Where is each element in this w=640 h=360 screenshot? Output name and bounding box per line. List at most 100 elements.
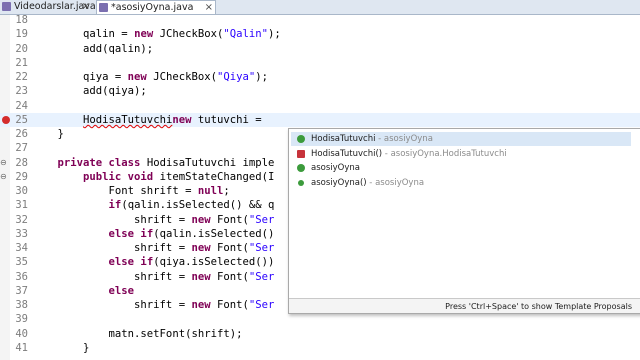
code-fragment: Font( bbox=[210, 242, 249, 254]
line-number: 34 bbox=[15, 242, 28, 254]
string-literal: "Ser bbox=[248, 213, 275, 226]
keyword: if bbox=[108, 199, 122, 212]
code-fragment bbox=[32, 114, 83, 126]
keyword: new bbox=[191, 213, 211, 226]
tab-label: *asosiyOyna.java bbox=[111, 2, 194, 13]
code-fragment bbox=[32, 256, 109, 268]
code-line[interactable]: 40 matn.setFont(shrift); bbox=[0, 327, 640, 341]
close-icon[interactable]: × bbox=[82, 0, 90, 14]
line-number: 37 bbox=[15, 284, 28, 297]
code-fragment: tutuvchi = bbox=[191, 113, 269, 126]
proposal-item[interactable]: HodisaTutuvchi - asosiyOyna bbox=[291, 132, 631, 146]
constructor-icon bbox=[298, 179, 304, 186]
code-fragment: HodisaTutuvchi imple bbox=[140, 156, 275, 169]
proposal-item[interactable]: asosiyOyna bbox=[291, 161, 631, 175]
code-line[interactable]: 21 bbox=[0, 56, 640, 70]
keyword: null bbox=[197, 185, 224, 197]
code-line[interactable]: 19 qalin = new JCheckBox("Qalin"); bbox=[0, 27, 640, 41]
code-fragment: ); bbox=[268, 28, 281, 41]
code-fragment: itemStateChanged(I bbox=[153, 170, 275, 183]
string-literal: "Ser bbox=[248, 242, 275, 254]
line-number: 22 bbox=[15, 71, 28, 83]
line-number: 20 bbox=[15, 42, 28, 55]
code-fragment: Font( bbox=[210, 213, 249, 226]
code-line[interactable]: 23 add(qiya); bbox=[0, 84, 640, 98]
code-fragment: (qiya.isSelected()) bbox=[153, 256, 275, 269]
proposal-qualifier: - asosiyOyna.HodisaTutuvchi bbox=[382, 148, 507, 159]
code-line[interactable]: 41 } bbox=[0, 341, 640, 355]
proposal-item[interactable]: asosiyOyna() - asosiyOyna bbox=[291, 176, 631, 190]
code-text: HodisaTutuvchinew tutuvchi = bbox=[32, 113, 274, 127]
code-line[interactable]: 39 bbox=[0, 312, 640, 326]
keyword: new bbox=[191, 299, 211, 311]
string-literal: "Qiya" bbox=[216, 71, 256, 83]
code-fragment bbox=[32, 171, 83, 183]
code-fragment: (qalin.isSelected() && q bbox=[121, 199, 275, 212]
line-number: 32 bbox=[15, 213, 28, 226]
string-literal: "Ser bbox=[248, 299, 275, 311]
class-icon bbox=[297, 135, 305, 143]
keyword: else if bbox=[108, 227, 154, 240]
code-text: } bbox=[32, 128, 64, 140]
line-number: 31 bbox=[15, 199, 28, 212]
code-fragment: qalin = bbox=[32, 28, 135, 41]
code-text: public void itemStateChanged(I bbox=[32, 170, 274, 184]
error-token: HodisaTutuvchi bbox=[83, 113, 173, 126]
code-line[interactable]: 22 qiya = new JCheckBox("Qiya"); bbox=[0, 70, 640, 84]
code-fragment: JCheckBox( bbox=[153, 28, 224, 41]
code-fragment: JCheckBox( bbox=[146, 71, 217, 83]
proposal-qualifier: - asosiyOyna bbox=[375, 134, 433, 144]
proposal-name: HodisaTutuvchi() bbox=[311, 148, 383, 159]
java-file-icon bbox=[2, 2, 11, 11]
code-line[interactable]: 20 add(qalin); bbox=[0, 42, 640, 56]
fold-toggle-icon[interactable]: ⊖ bbox=[0, 156, 10, 167]
code-text: else bbox=[32, 284, 135, 298]
template-proposals-hint: Press 'Ctrl+Space' to show Template Prop… bbox=[289, 298, 640, 313]
code-text: shrift = new Font("Ser bbox=[32, 241, 274, 255]
code-fragment: shrift = bbox=[32, 270, 192, 283]
code-fragment bbox=[32, 199, 109, 211]
code-fragment bbox=[32, 228, 109, 240]
code-fragment: shrift = bbox=[32, 299, 192, 311]
keyword: public void bbox=[83, 170, 154, 183]
code-line[interactable]: 25 HodisaTutuvchinew tutuvchi = bbox=[0, 112, 640, 127]
line-number: 19 bbox=[15, 28, 28, 41]
fold-toggle-icon[interactable]: ⊖ bbox=[0, 170, 10, 181]
keyword: new bbox=[191, 270, 211, 283]
keyword: new bbox=[172, 113, 192, 126]
code-fragment: Font( bbox=[210, 270, 249, 283]
code-text: else if(qiya.isSelected()) bbox=[32, 255, 275, 269]
code-text: add(qiya); bbox=[32, 85, 147, 98]
code-line[interactable]: 18 bbox=[0, 13, 640, 27]
line-number: 36 bbox=[15, 270, 28, 283]
keyword: else bbox=[108, 284, 135, 297]
error-marker-icon[interactable] bbox=[2, 115, 10, 124]
line-number: 27 bbox=[15, 142, 28, 155]
string-literal: "Qalin" bbox=[223, 28, 269, 41]
code-fragment: qiya = bbox=[32, 71, 128, 83]
code-line[interactable]: 24 bbox=[0, 99, 640, 113]
code-text: qalin = new JCheckBox("Qalin"); bbox=[32, 27, 281, 41]
line-number: 38 bbox=[15, 299, 28, 311]
line-number: 41 bbox=[15, 341, 28, 354]
proposal-item[interactable]: HodisaTutuvchi() - asosiyOyna.HodisaTutu… bbox=[291, 147, 631, 161]
tab-asosiyoyna[interactable]: *asosiyOyna.java × bbox=[96, 0, 216, 14]
keyword: new bbox=[134, 28, 154, 41]
line-number: 18 bbox=[15, 14, 28, 26]
code-text: shrift = new Font("Ser bbox=[32, 270, 274, 284]
keyword: new bbox=[127, 71, 147, 83]
keyword: private class bbox=[57, 156, 141, 169]
code-text: add(qalin); bbox=[32, 42, 154, 55]
constructor-icon bbox=[297, 149, 305, 158]
code-fragment: ; bbox=[223, 185, 230, 197]
code-text: } bbox=[32, 341, 90, 354]
tab-videodarslar[interactable]: Videodarslar.java × bbox=[0, 0, 96, 14]
proposal-name: HodisaTutuvchi bbox=[311, 134, 376, 144]
code-text: qiya = new JCheckBox("Qiya"); bbox=[32, 70, 268, 84]
class-icon bbox=[297, 164, 305, 172]
line-number: 24 bbox=[15, 99, 28, 112]
code-fragment: shrift = bbox=[32, 242, 192, 254]
code-fragment bbox=[32, 285, 109, 297]
line-number: 26 bbox=[15, 128, 28, 140]
proposal-name: asosiyOyna() bbox=[311, 177, 367, 188]
